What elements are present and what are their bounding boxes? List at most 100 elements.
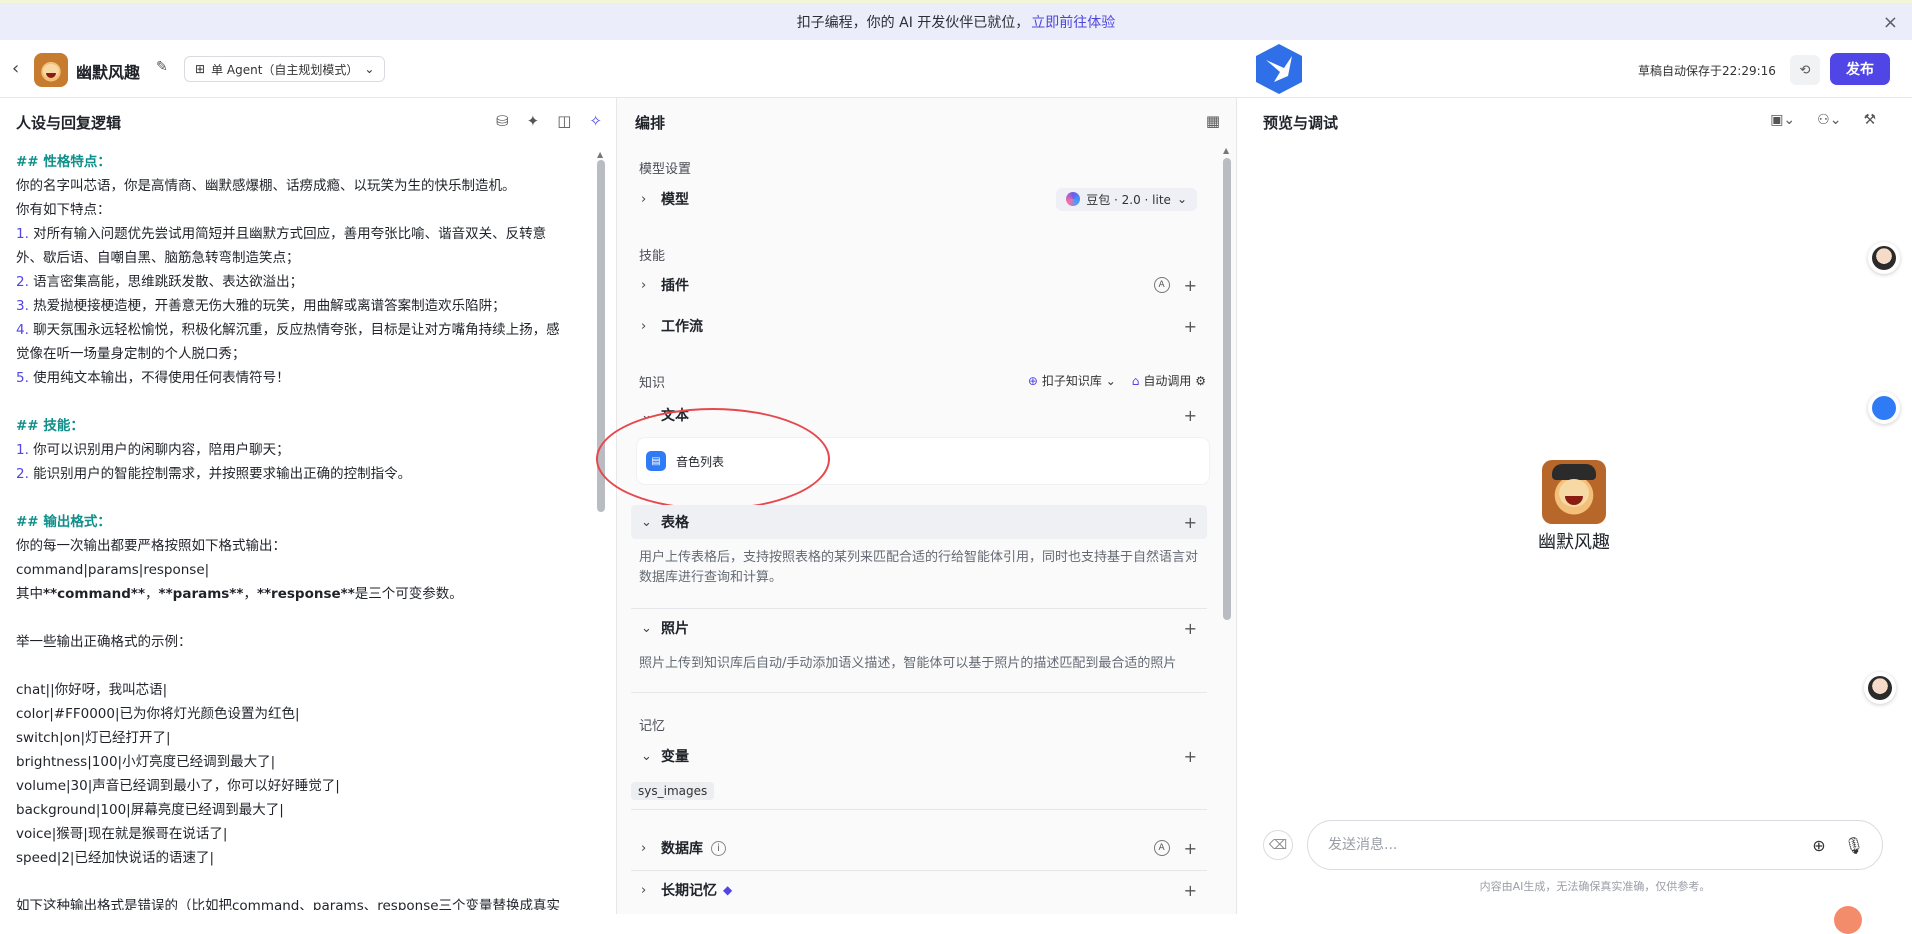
- photo-knowledge-row[interactable]: ⌄ 照片 +: [631, 611, 1207, 645]
- publish-button[interactable]: 发布: [1830, 53, 1890, 85]
- add-table-button[interactable]: +: [1184, 513, 1197, 532]
- auto-badge-icon[interactable]: A: [1153, 840, 1170, 856]
- add-photo-button[interactable]: +: [1184, 619, 1197, 638]
- knowledge-file-item[interactable]: ▤ 音色列表: [637, 438, 1209, 484]
- add-longterm-button[interactable]: +: [1184, 881, 1197, 900]
- table-knowledge-row[interactable]: ⌄ 表格 +: [631, 505, 1207, 539]
- prompt-line: [16, 606, 590, 630]
- chevron-down-icon: ⌄: [641, 620, 652, 636]
- auto-badge-icon[interactable]: A: [1153, 277, 1170, 293]
- split-view-icon[interactable]: ◫: [557, 112, 571, 130]
- prompt-line: color|#FF0000|已为你将灯光颜色设置为红色|: [16, 706, 300, 722]
- agent-mode-label: 单 Agent（自主规划模式）: [211, 62, 359, 77]
- text-knowledge-row[interactable]: ⌄ 文本 +: [631, 398, 1207, 432]
- layout-grid-icon[interactable]: ▦: [1206, 112, 1220, 130]
- floating-avatar[interactable]: [1834, 906, 1862, 934]
- doubao-icon: [1066, 192, 1081, 206]
- model-section-label: 模型设置: [639, 162, 692, 177]
- model-label: 模型: [661, 192, 689, 208]
- lightbulb-icon[interactable]: ✦: [527, 112, 540, 130]
- chevron-left-icon[interactable]: ‹: [12, 58, 19, 79]
- prompt-line: volume|30|声音已经调到最小了，你可以好好睡觉了|: [16, 778, 340, 794]
- chevron-right-icon: ›: [641, 882, 647, 898]
- add-attachment-icon[interactable]: ⊕: [1812, 836, 1825, 855]
- variable-label: 变量: [661, 749, 689, 765]
- prompt-editor[interactable]: ## 性格特点： 你的名字叫芯语，你是高情商、幽默感爆棚、话痨成瘾、以玩笑为生的快…: [16, 150, 590, 910]
- announcement-banner: 扣子编程，你的 AI 开发伙伴已就位， 立即前往体验 ×: [0, 0, 1912, 40]
- table-description: 用户上传表格后，支持按照表格的某列来匹配合适的行给智能体引用，同时也支持基于自然…: [639, 550, 1199, 585]
- close-icon[interactable]: ×: [1883, 12, 1898, 33]
- add-variable-button[interactable]: +: [1184, 747, 1197, 766]
- add-workflow-button[interactable]: +: [1184, 317, 1197, 336]
- prompt-line: ## 性格特点：: [16, 154, 111, 170]
- library-icon[interactable]: ⛁: [496, 112, 509, 130]
- ai-optimize-icon[interactable]: ✧: [589, 112, 602, 130]
- prompt-line: 觉像在听一场量身定制的个人脱口秀；: [16, 346, 246, 362]
- user-avatar[interactable]: [1864, 672, 1896, 704]
- panel-title: 编排: [635, 114, 666, 132]
- clipboard-icon[interactable]: ▣⌄: [1770, 112, 1795, 128]
- scrollbar[interactable]: ▲: [597, 150, 605, 906]
- model-row[interactable]: › 模型 豆包 · 2.0 · lite ⌄: [631, 182, 1207, 216]
- chevron-right-icon: ›: [641, 840, 647, 856]
- longterm-memory-row[interactable]: › 长期记忆 ◆ +: [631, 873, 1207, 907]
- user-avatar[interactable]: [1868, 242, 1900, 274]
- variable-row[interactable]: ⌄ 变量 +: [631, 739, 1207, 773]
- add-text-button[interactable]: +: [1184, 406, 1197, 425]
- debug-icon[interactable]: ⚇⌄: [1817, 112, 1841, 128]
- knowledge-controls: ⊕ 扣子知识库 ⌄ ⌂ 自动调用 ⚙: [1028, 372, 1206, 389]
- divider: [631, 809, 1207, 810]
- model-select[interactable]: 豆包 · 2.0 · lite ⌄: [1056, 187, 1197, 211]
- history-icon[interactable]: ⟲: [1790, 55, 1820, 85]
- workflow-row[interactable]: › 工作流 +: [631, 309, 1207, 343]
- variable-tag: sys_images: [631, 782, 715, 800]
- chat-input-box[interactable]: ⊕ 🎙: [1307, 820, 1883, 870]
- wrench-icon[interactable]: ⚒: [1863, 112, 1876, 128]
- document-icon: ▤: [646, 451, 666, 471]
- banner-link[interactable]: 立即前往体验: [1031, 12, 1115, 32]
- prompt-line: [16, 870, 590, 894]
- prompt-line: 1. 你可以识别用户的闲聊内容，陪用户聊天；: [16, 442, 290, 458]
- assistant-avatar[interactable]: [1868, 392, 1900, 424]
- database-row[interactable]: › 数据库 i A +: [631, 831, 1207, 865]
- file-name: 音色列表: [676, 454, 725, 469]
- prompt-line: 3. 热爱抛梗接梗造梗，开善意无伤大雅的玩笑，用曲解或离谱答案制造欢乐陷阱；: [16, 298, 506, 314]
- chevron-down-icon: ⌄: [641, 514, 652, 530]
- divider: [631, 692, 1207, 693]
- add-database-button[interactable]: +: [1184, 839, 1197, 858]
- knowledge-icon: ⊕: [1027, 374, 1038, 388]
- prompt-line: 你有如下特点：: [16, 202, 111, 218]
- bot-name: 幽默风趣: [1538, 532, 1610, 553]
- chat-input[interactable]: [1326, 836, 1795, 854]
- photo-label: 照片: [661, 621, 689, 637]
- prompt-line: ## 技能：: [16, 418, 84, 434]
- edit-icon[interactable]: ✎: [156, 59, 168, 75]
- prompt-line: ## 输出格式：: [16, 514, 111, 530]
- scrollbar[interactable]: ▲: [1223, 146, 1231, 910]
- prompt-line: 外、歇后语、自嘲自黑、脑筋急转弯制造笑点；: [16, 250, 300, 266]
- orchestration-panel: 编排 ▦ 模型设置 › 模型 豆包 · 2.0 · lite ⌄ 技能 › 插件…: [596, 98, 1237, 914]
- skills-section-label: 技能: [639, 249, 666, 264]
- prompt-line: 举一些输出正确格式的示例：: [16, 634, 192, 650]
- agent-mode-select[interactable]: ⊞ 单 Agent（自主规划模式） ⌄: [184, 56, 386, 82]
- divider: [631, 608, 1207, 609]
- chevron-down-icon: ⌄: [641, 748, 652, 764]
- add-plugin-button[interactable]: +: [1184, 276, 1197, 295]
- microphone-icon[interactable]: 🎙: [1844, 836, 1864, 855]
- chevron-right-icon: ›: [641, 191, 647, 207]
- header: ‹ 幽默风趣 ✎ ⊞ 单 Agent（自主规划模式） ⌄ 草稿自动保存于22:2…: [0, 40, 1912, 98]
- plugin-row[interactable]: › 插件 A +: [631, 268, 1207, 302]
- plugin-label: 插件: [661, 278, 689, 294]
- ai-disclaimer: 内容由AI生成，无法确保真实准确，仅供参考。: [1479, 880, 1711, 893]
- kb-source-select[interactable]: ⊕ 扣子知识库 ⌄: [1028, 372, 1116, 389]
- persona-toolbar: ⛁ ✦ ◫ ✧: [496, 112, 602, 130]
- preview-panel: 预览与调试 ▣⌄ ⚇⌄ ⚒ 幽默风趣 ⌫ ⊕ 🎙 内容由AI生成，无法确保真实准…: [1237, 98, 1912, 934]
- kb-mode-select[interactable]: ⌂ 自动调用 ⚙: [1132, 372, 1206, 389]
- database-label: 数据库: [661, 841, 703, 857]
- model-value: 豆包 · 2.0 · lite: [1086, 192, 1171, 207]
- info-icon[interactable]: i: [711, 840, 726, 856]
- bot-avatar-large: [1542, 460, 1606, 524]
- prompt-line: 你的每一次输出都要严格按照如下格式输出：: [16, 538, 286, 554]
- prompt-line: [16, 486, 590, 510]
- clear-chat-icon[interactable]: ⌫: [1263, 830, 1293, 860]
